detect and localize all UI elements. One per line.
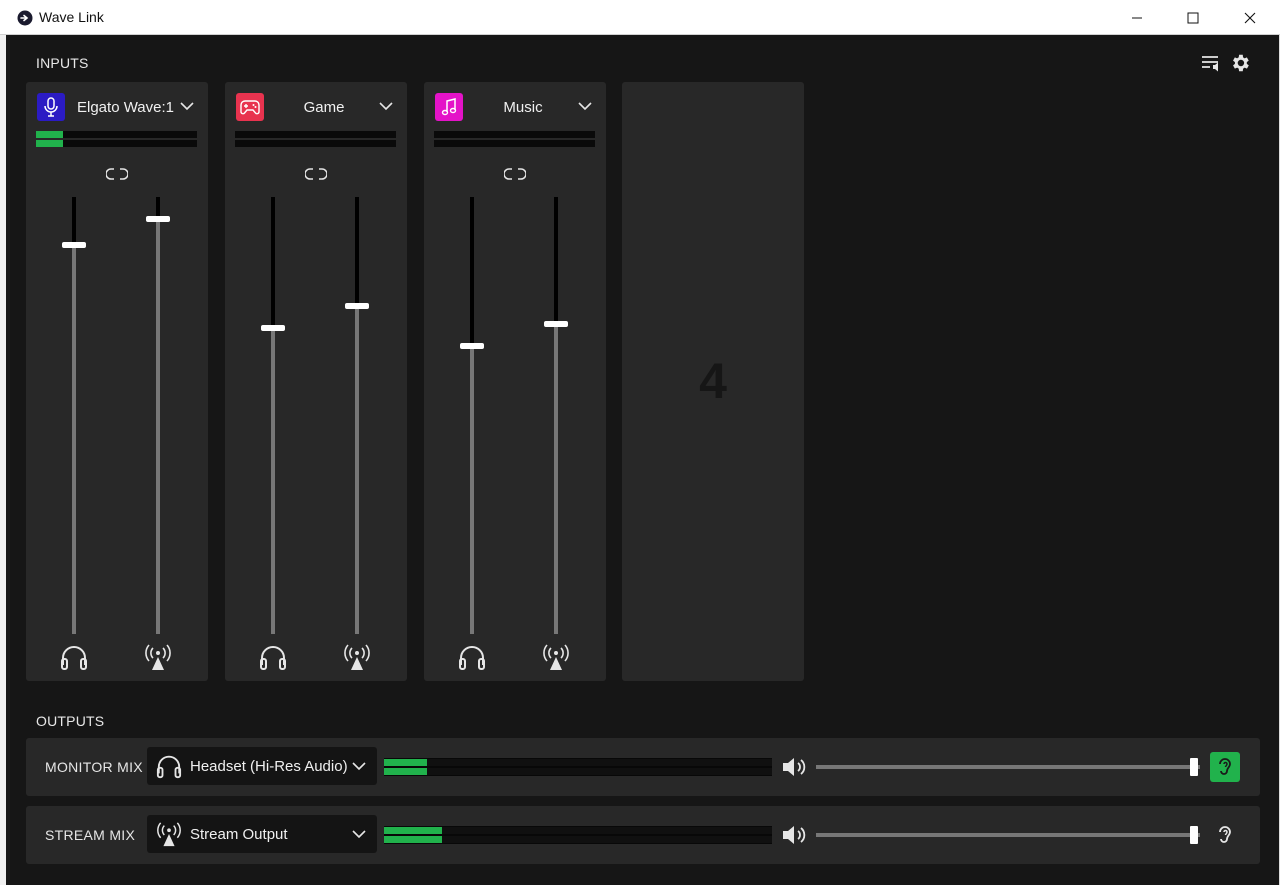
channel-header[interactable]: Elgato Wave:1 <box>37 93 197 121</box>
ear-icon <box>1219 826 1231 843</box>
maximize-icon <box>1187 12 1199 23</box>
monitor-fader-handle[interactable] <box>460 343 484 349</box>
stream-mix-row: STREAM MIX Stream Output <box>26 806 1260 864</box>
channel-strip-game: Game <box>225 82 407 681</box>
channel-name: Game <box>303 99 345 116</box>
stream-fader-handle[interactable] <box>544 321 568 327</box>
listen-toggle-button[interactable] <box>1210 820 1240 850</box>
output-volume-slider[interactable] <box>816 758 1200 776</box>
music-note-icon <box>435 93 463 121</box>
monitor-mix-row: MONITOR MIX Headset (Hi-Res Audio) <box>26 738 1260 796</box>
output-volume-handle[interactable] <box>1190 758 1198 776</box>
minimize-button[interactable] <box>1114 0 1160 35</box>
stream-fader-handle[interactable] <box>146 216 170 222</box>
level-meter-left <box>235 131 396 138</box>
broadcast-icon <box>543 644 569 670</box>
level-meter-right <box>235 140 396 147</box>
link-faders-icon[interactable] <box>106 167 128 181</box>
channel-header[interactable]: Game <box>236 93 396 121</box>
microphone-icon <box>37 93 65 121</box>
level-meter-left <box>434 131 595 138</box>
headphones-icon <box>459 646 485 670</box>
inputs-section-label: INPUTS <box>36 55 89 71</box>
channel-header[interactable]: Music <box>435 93 595 121</box>
slot-number: 4 <box>699 353 727 409</box>
link-faders-icon[interactable] <box>305 167 327 181</box>
speaker-icon[interactable] <box>781 755 809 779</box>
speaker-icon[interactable] <box>781 823 809 847</box>
chevron-down-icon <box>352 762 366 771</box>
add-channel-slot[interactable]: 4 <box>622 82 804 681</box>
headphones-icon <box>260 646 286 670</box>
mixer-settings-icon[interactable] <box>1199 52 1221 74</box>
monitor-fader[interactable] <box>261 197 285 634</box>
channel-name: Elgato Wave:1 <box>77 99 174 116</box>
stream-fader[interactable] <box>146 197 170 634</box>
channel-strip-music: Music <box>424 82 606 681</box>
output-device-name: Headset (Hi-Res Audio) <box>190 758 348 775</box>
output-volume-handle[interactable] <box>1190 826 1198 844</box>
chevron-down-icon[interactable] <box>379 101 393 111</box>
monitor-fader-handle[interactable] <box>261 325 285 331</box>
output-label: STREAM MIX <box>45 827 136 843</box>
stream-fader[interactable] <box>544 197 568 634</box>
headphones-icon <box>61 646 87 670</box>
output-level-meter <box>384 826 772 844</box>
monitor-fader[interactable] <box>460 197 484 634</box>
chevron-down-icon[interactable] <box>578 101 592 111</box>
stream-fader[interactable] <box>345 197 369 634</box>
broadcast-icon <box>157 822 181 847</box>
window-frame-left <box>0 35 6 885</box>
window-titlebar: Wave Link <box>0 0 1280 35</box>
link-faders-icon[interactable] <box>504 167 526 181</box>
maximize-button[interactable] <box>1170 0 1216 35</box>
chevron-down-icon[interactable] <box>180 101 194 111</box>
level-meter-right <box>36 140 197 147</box>
ear-icon <box>1219 758 1231 775</box>
output-device-name: Stream Output <box>190 826 288 843</box>
output-volume-slider[interactable] <box>816 826 1200 844</box>
level-meter-right <box>434 140 595 147</box>
listen-toggle-button[interactable] <box>1210 752 1240 782</box>
monitor-fader-handle[interactable] <box>62 242 86 248</box>
headphones-icon <box>156 755 182 779</box>
outputs-section-label: OUTPUTS <box>36 713 105 729</box>
channel-strip-elgato-wave: Elgato Wave:1 <box>26 82 208 681</box>
gear-icon[interactable] <box>1229 52 1251 74</box>
output-device-select[interactable]: Headset (Hi-Res Audio) <box>147 747 377 785</box>
broadcast-icon <box>344 644 370 670</box>
wave-link-logo-icon <box>17 10 33 26</box>
minimize-icon <box>1132 17 1142 18</box>
close-icon <box>1244 12 1256 23</box>
broadcast-icon <box>145 644 171 670</box>
level-meter-left <box>36 131 197 138</box>
channel-name: Music <box>503 99 543 116</box>
output-device-select[interactable]: Stream Output <box>147 815 377 853</box>
stream-fader-handle[interactable] <box>345 303 369 309</box>
gamepad-icon <box>236 93 264 121</box>
close-button[interactable] <box>1227 0 1273 35</box>
output-label: MONITOR MIX <box>45 759 143 775</box>
window-title: Wave Link <box>39 9 104 25</box>
output-level-meter <box>384 758 772 776</box>
chevron-down-icon <box>352 830 366 839</box>
monitor-fader[interactable] <box>62 197 86 634</box>
